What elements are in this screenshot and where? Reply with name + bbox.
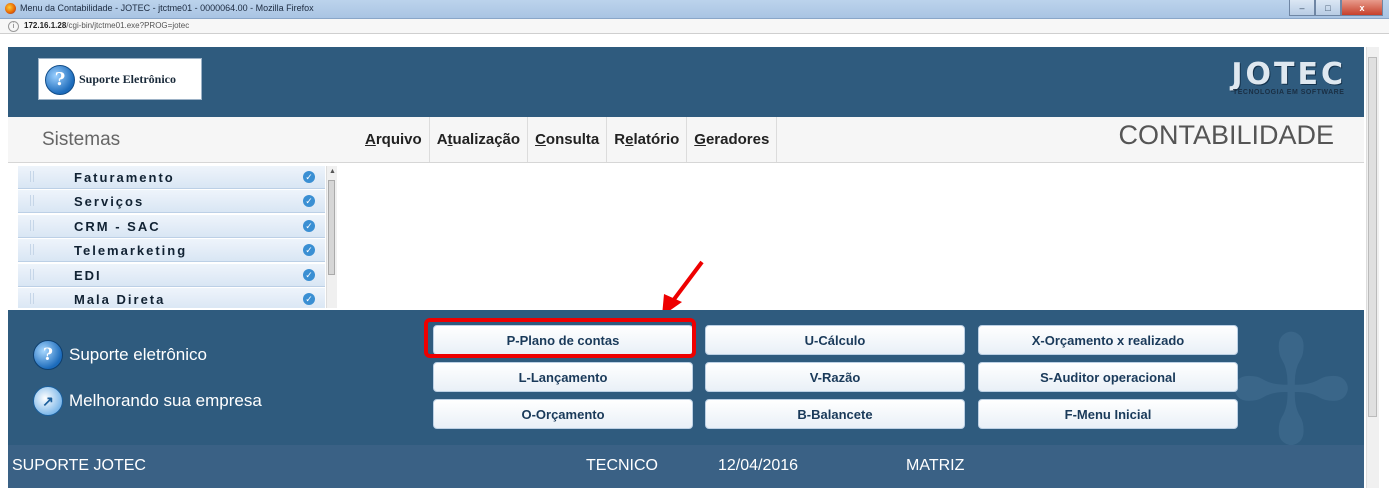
sidebar-item-label: Faturamento [74,170,175,185]
orcamento-x-realizado-button[interactable]: X-Orçamento x realizado [978,325,1238,355]
menu-relatorio-hotkey: e [625,131,634,148]
sidebar-item-crm-sac[interactable]: CRM - SAC ✓ [18,214,325,238]
grip-icon [30,292,34,304]
minimize-button[interactable]: – [1289,0,1315,16]
menubar: Sistemas Arquivo At ualização Consulta Re… [8,117,1364,163]
menu-inicial-button[interactable]: F-Menu Inicial [978,399,1238,429]
footer-date: 12/04/2016 [718,457,799,474]
footer-role: TECNICO [586,457,658,474]
grip-icon [30,268,34,280]
menu-arquivo-hotkey: A [365,131,376,148]
menu-atualizacao-prefix: A [436,131,448,148]
grip-icon [30,244,34,256]
promo-line1: Suporte eletrônico [69,345,207,364]
systems-list: Faturamento ✓ Serviços ✓ CRM - SAC ✓ Telema… [18,166,325,308]
support-logo[interactable]: ? Suporte Eletrônico [38,58,202,100]
page-scrollbar-thumb[interactable] [1368,57,1377,417]
orcamento-button[interactable]: O-Orçamento [433,399,693,429]
menu-atualizacao[interactable]: At ualização [430,117,529,162]
menu-relatorio-rest: latório [633,131,680,148]
sidebar-item-telemarketing[interactable]: Telemarketing ✓ [18,239,325,263]
window-controls: – □ x [1289,0,1383,16]
menu-arquivo[interactable]: Arquivo [358,117,430,162]
module-title: CONTABILIDADE [1118,120,1334,150]
check-icon: ✓ [303,292,315,305]
sidebar-item-faturamento[interactable]: Faturamento ✓ [18,166,325,189]
menu-atualizacao-rest: ualização [452,131,521,148]
jotec-logo: JOTEC TECNOLOGIA EM SOFTWARE [1231,57,1346,97]
calculo-button[interactable]: U-Cálculo [705,325,965,355]
sidebar-item-label: Telemarketing [74,243,188,259]
systems-list-scrollbar[interactable]: ▲ [326,166,337,308]
page-scrollbar[interactable] [1366,47,1379,488]
sidebar-item-servicos[interactable]: Serviços ✓ [18,190,325,214]
grip-icon [30,195,34,207]
razao-button[interactable]: V-Razão [705,362,965,392]
lancamento-button[interactable]: L-Lançamento [433,362,693,392]
check-icon: ✓ [303,219,315,232]
jotec-watermark: ✢ [1228,310,1354,445]
status-footer: SUPORTE JOTEC TECNICO 12/04/2016 MATRIZ [8,445,1364,488]
sidebar-item-label: CRM - SAC [74,218,161,234]
maximize-button[interactable]: □ [1315,0,1341,16]
promo-support: ? Suporte eletrônico [33,340,207,370]
menu-geradores-hotkey: G [694,131,706,148]
grip-icon [30,171,34,182]
check-icon: ✓ [303,268,315,281]
menu-consulta-hotkey: C [535,131,546,148]
address-bar[interactable]: i 172.16.1.28/cgi-bin/jtctme01.exe?PROG=… [0,19,1389,34]
growth-chart-icon: ↗ [33,386,63,416]
support-logo-text: Suporte Eletrônico [79,72,176,86]
sidebar-item-label: Serviços [74,194,145,210]
menu-consulta-rest: onsulta [545,131,600,148]
footer-user: SUPORTE JOTEC [12,457,146,474]
support-icon: ? [33,340,63,370]
check-icon: ✓ [303,171,315,183]
window-titlebar: Menu da Contabilidade - JOTEC - jtctme01… [0,0,1389,19]
grip-icon [30,219,34,231]
info-icon[interactable]: i [8,21,19,32]
promo-line2: Melhorando sua empresa [69,391,262,410]
sidebar-item-edi[interactable]: EDI ✓ [18,263,325,287]
sidebar-item-label: Mala Direta [74,291,166,307]
menu-geradores-rest: eradores [705,131,770,148]
menu-arquivo-rest: rquivo [375,131,422,148]
main-menu: Arquivo At ualização Consulta Re latório G… [358,117,778,162]
check-icon: ✓ [303,244,315,257]
menu-relatorio-prefix: R [614,131,626,148]
url-host: 172.16.1.28 [24,21,67,30]
auditor-operacional-button[interactable]: S-Auditor operacional [978,362,1238,392]
menu-relatorio[interactable]: Re latório [607,117,688,162]
question-icon: ? [45,65,75,95]
promo-improving: ↗ Melhorando sua empresa [33,386,262,416]
sistemas-label: Sistemas [42,129,121,150]
window-title: Menu da Contabilidade - JOTEC - jtctme01… [20,3,314,13]
close-button[interactable]: x [1341,0,1383,16]
url-path: /cgi-bin/jtctme01.exe?PROG=jotec [66,21,190,30]
check-icon: ✓ [303,195,315,208]
footer-branch: MATRIZ [906,457,965,474]
arrow-shaft [670,260,704,304]
sidebar-item-label: EDI [74,267,102,283]
highlight-box [424,318,696,358]
page-header: ? Suporte Eletrônico JOTEC TECNOLOGIA EM… [8,47,1364,117]
menu-geradores[interactable]: Geradores [687,117,778,162]
firefox-icon [5,3,16,14]
balancete-button[interactable]: B-Balancete [705,399,965,429]
scrollbar-thumb[interactable] [328,180,335,275]
jotec-logo-text: JOTEC [1231,57,1346,92]
menu-consulta[interactable]: Consulta [528,117,608,162]
jotec-tagline: TECNOLOGIA EM SOFTWARE [1232,89,1345,96]
url-text[interactable]: 172.16.1.28/cgi-bin/jtctme01.exe?PROG=jo… [24,21,189,30]
sidebar-item-mala-direta[interactable]: Mala Direta ✓ [18,287,325,308]
scroll-up-icon[interactable]: ▲ [329,168,336,175]
